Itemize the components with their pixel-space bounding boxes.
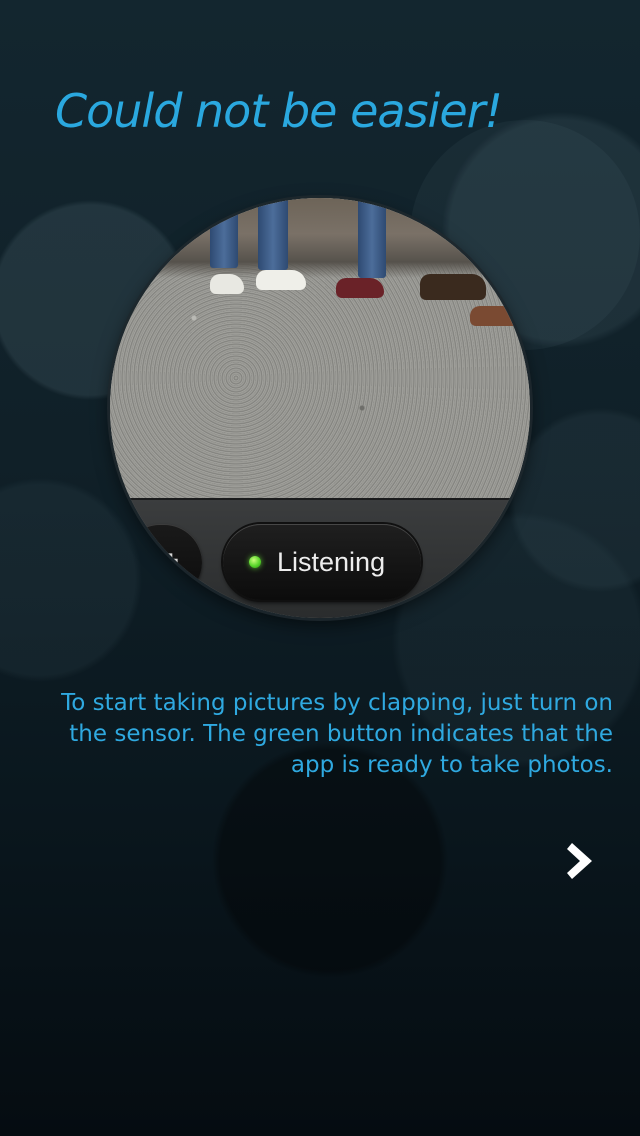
preview-shoe <box>420 274 486 300</box>
preview-leg <box>258 198 288 270</box>
listening-status-button: Listening <box>223 524 421 600</box>
preview-leg <box>358 198 386 278</box>
preview-photo-background <box>110 198 530 278</box>
camera-icon: ✚ <box>162 549 179 573</box>
preview-leg <box>210 198 238 268</box>
preview-control-bar: ✚ Listening <box>110 498 530 618</box>
preview-shoe <box>470 306 520 326</box>
listening-label: Listening <box>277 547 386 577</box>
onboarding-screen: Could not be easier! ✚ Listening To star… <box>0 0 640 1136</box>
preview-shoe <box>210 274 244 294</box>
preview-shoe <box>256 270 306 290</box>
chevron-right-icon <box>567 843 592 879</box>
status-indicator-dot <box>249 556 261 568</box>
instruction-text: To start taking pictures by clapping, ju… <box>61 690 613 778</box>
preview-photo <box>110 198 530 498</box>
camera-preview-illustration: ✚ Listening <box>110 198 530 618</box>
next-button[interactable] <box>556 836 606 886</box>
preview-shoe <box>336 278 384 298</box>
camera-toggle-button: ✚ <box>122 524 202 600</box>
page-title: Could not be easier! <box>55 84 503 138</box>
